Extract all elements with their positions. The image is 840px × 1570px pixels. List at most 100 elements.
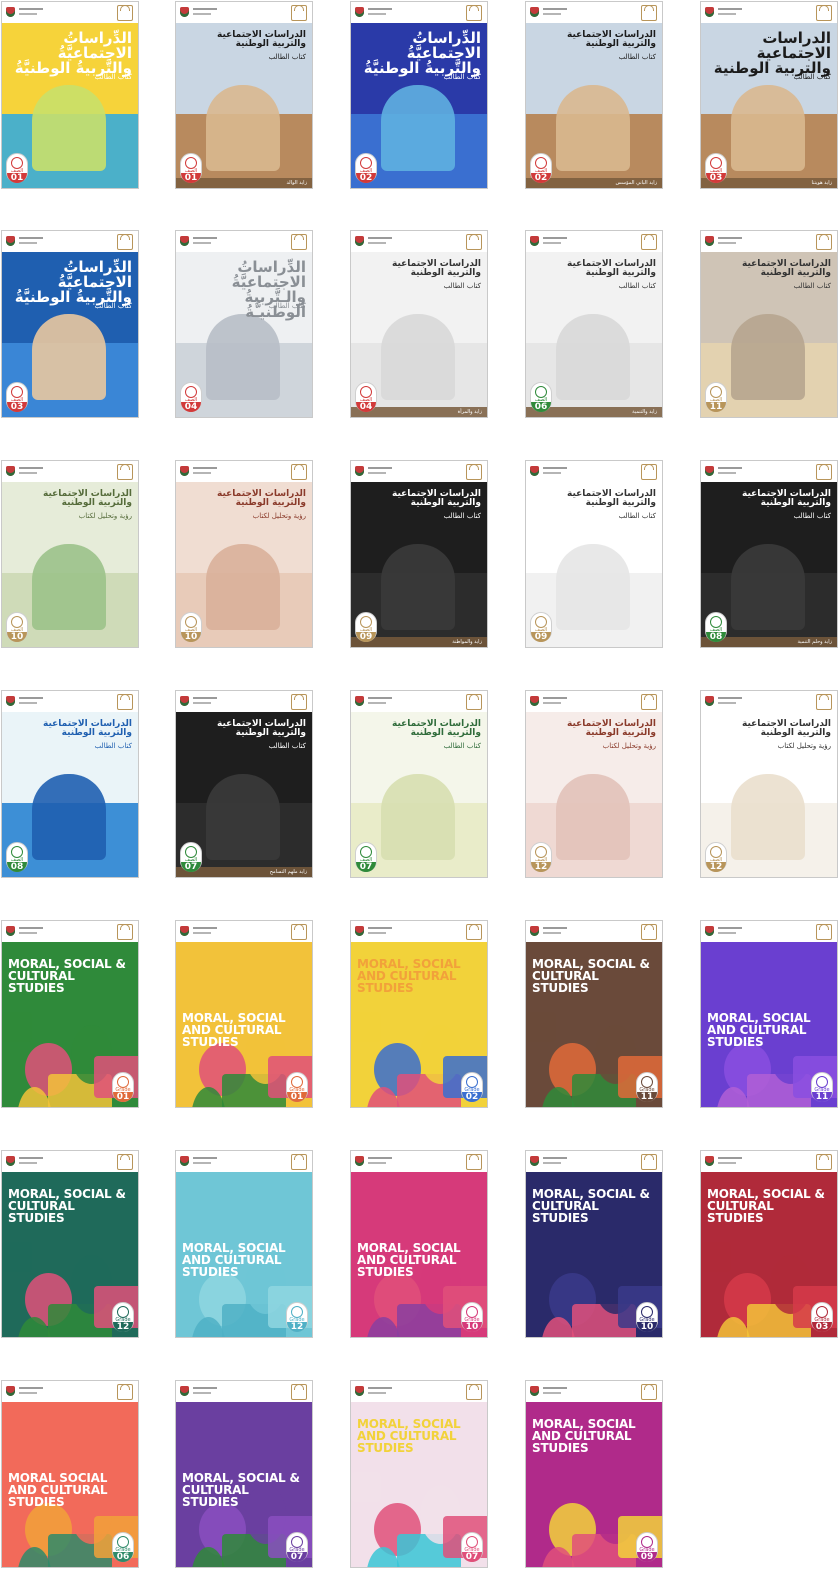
ministry-logo-icon bbox=[291, 1154, 307, 1170]
ministry-logo-icon bbox=[291, 694, 307, 710]
cover-title: الدراسات الاجتماعية والتربية الوطنية bbox=[713, 29, 831, 77]
artwork-shape bbox=[381, 85, 455, 171]
artwork-shape bbox=[731, 85, 805, 171]
book-cover[interactable]: الدِّراساتُ الاجتماعيَّةُ والتَّربيةُ ال… bbox=[1, 1, 139, 189]
cover-title: الدِّراساتُ الاجتماعيَّةُ والتَّربيةُ ال… bbox=[363, 29, 481, 77]
cover-title: الدراسات الاجتماعية والتربية الوطنية bbox=[392, 489, 481, 508]
ministry-text-line bbox=[19, 1387, 43, 1389]
book-cover[interactable]: Moral, Social & Cultural Studies Grade 12 bbox=[1, 1150, 139, 1338]
ministry-text-line bbox=[718, 467, 742, 469]
cover-title: Moral, Social & Cultural Studies bbox=[182, 1471, 300, 1509]
cover-header bbox=[351, 1151, 487, 1173]
ministry-logo-icon bbox=[291, 1384, 307, 1400]
uae-emblem-icon bbox=[355, 1386, 364, 1396]
book-cover[interactable]: الدراسات الاجتماعية والتربية الوطنية كتاب… bbox=[525, 1, 663, 189]
book-cover[interactable]: Moral, Social and Cultural Studies Grade 1… bbox=[350, 1150, 488, 1338]
ministry-logo-icon bbox=[291, 464, 307, 480]
cover-header bbox=[526, 231, 662, 253]
ministry-text-line bbox=[543, 1162, 561, 1164]
book-cover[interactable]: Moral Social and Cultural Studies Grade 06 bbox=[1, 1380, 139, 1568]
cover-title: Moral Social and Cultural Studies bbox=[8, 1471, 108, 1509]
grade-badge: الصف 02 bbox=[530, 153, 552, 183]
book-cover[interactable]: Moral, Social & Cultural Studies Grade 03 bbox=[700, 1150, 838, 1338]
book-cover[interactable]: Moral, Social and Cultural Studies Grade 0… bbox=[350, 920, 488, 1108]
ministry-text-line bbox=[193, 472, 211, 474]
ministry-text-line bbox=[368, 1387, 392, 1389]
cover-header bbox=[351, 461, 487, 483]
book-cover[interactable]: الدراسات الاجتماعية والتربية الوطنية كتاب… bbox=[1, 690, 139, 878]
grade-badge: Grade 11 bbox=[636, 1072, 658, 1102]
ministry-text-line bbox=[19, 1157, 43, 1159]
cover-header bbox=[176, 1151, 312, 1173]
cover-subtitle: كتاب الطالب bbox=[443, 742, 481, 750]
book-cover[interactable]: الدراسات الاجتماعية والتربية الوطنية كتاب… bbox=[350, 230, 488, 418]
book-cover[interactable]: Moral, Social and Cultural Studies Grade 0… bbox=[350, 1380, 488, 1568]
ministry-text-line bbox=[718, 1162, 736, 1164]
ministry-text-line bbox=[19, 697, 43, 699]
ministry-text-line bbox=[19, 1162, 37, 1164]
ministry-text-line bbox=[19, 8, 43, 10]
book-cover[interactable]: الدراسات الاجتماعية والتربية الوطنية كتاب… bbox=[350, 690, 488, 878]
grade-badge: Grade 07 bbox=[286, 1532, 308, 1562]
ministry-text-line bbox=[543, 1387, 567, 1389]
book-cover[interactable]: الدراسات الاجتماعية والتربية الوطنية كتاب… bbox=[700, 230, 838, 418]
book-cover[interactable]: الدراسات الاجتماعية والتربية الوطنية رؤية… bbox=[525, 690, 663, 878]
book-cover[interactable]: الدراسات الاجتماعية والتربية الوطنية كتاب… bbox=[175, 1, 313, 189]
cover-subtitle: رؤية وتحليل لكتاب bbox=[602, 742, 656, 750]
book-cover[interactable]: الدراسات الاجتماعية والتربية الوطنية رؤية… bbox=[1, 460, 139, 648]
artwork-shape bbox=[526, 1472, 556, 1502]
uae-emblem-icon bbox=[530, 466, 539, 476]
uae-emblem-icon bbox=[705, 236, 714, 246]
artwork-shape bbox=[32, 544, 106, 630]
book-cover[interactable]: الدراسات الاجتماعية والتربية الوطنية كتاب… bbox=[525, 230, 663, 418]
cover-title: الدراسات الاجتماعية والتربية الوطنية bbox=[217, 719, 306, 738]
ministry-logo-icon bbox=[117, 1384, 133, 1400]
cover-title: الدراسات الاجتماعية والتربية الوطنية bbox=[392, 259, 481, 278]
grade-badge: Grade 09 bbox=[636, 1532, 658, 1562]
cover-header bbox=[2, 231, 138, 253]
artwork-shape bbox=[206, 85, 280, 171]
book-cover[interactable]: الدراسات الاجتماعية والتربية الوطنية كتاب… bbox=[175, 690, 313, 878]
book-cover[interactable]: Moral, Social & Cultural Studies Grade 01 bbox=[1, 920, 139, 1108]
ministry-text-line bbox=[718, 1157, 742, 1159]
ministry-text-line bbox=[193, 467, 217, 469]
ministry-text-line bbox=[19, 472, 37, 474]
ministry-text-line bbox=[718, 8, 742, 10]
artwork-shape bbox=[556, 774, 630, 860]
cover-title: Moral, Social and Cultural Studies bbox=[357, 1417, 461, 1455]
book-cover[interactable]: الدراسات الاجتماعية والتربية الوطنية رؤية… bbox=[700, 690, 838, 878]
artwork-shape bbox=[32, 314, 106, 400]
cover-header bbox=[2, 921, 138, 943]
book-cover[interactable]: Moral, Social & Cultural Studies Grade 11 bbox=[525, 920, 663, 1108]
book-cover[interactable]: الدِّراساتُ الاجتماعيَّةُ والتَّربيةُ ال… bbox=[1, 230, 139, 418]
book-cover[interactable]: الدراسات الاجتماعية والتربية الوطنية كتاب… bbox=[350, 460, 488, 648]
cover-header bbox=[701, 2, 837, 24]
cover-header bbox=[526, 1381, 662, 1403]
book-cover[interactable]: الدراسات الاجتماعية والتربية الوطنية كتاب… bbox=[525, 460, 663, 648]
book-cover[interactable]: Moral, Social and Cultural Studies Grade 0… bbox=[525, 1380, 663, 1568]
book-cover[interactable]: Moral, Social and Cultural Studies Grade 0… bbox=[175, 920, 313, 1108]
uae-emblem-icon bbox=[6, 1386, 15, 1396]
book-cover[interactable]: الدِّراساتُ الاجتماعيَّةُ والـتَّربيةُ ا… bbox=[175, 230, 313, 418]
ministry-logo-icon bbox=[291, 5, 307, 21]
book-cover[interactable]: Moral, Social and Cultural Studies Grade 1… bbox=[700, 920, 838, 1108]
ministry-text-line bbox=[543, 932, 561, 934]
ministry-text-line bbox=[19, 467, 43, 469]
book-cover[interactable]: Moral, Social & Cultural Studies Grade 07 bbox=[175, 1380, 313, 1568]
ministry-text-line bbox=[19, 927, 43, 929]
cover-header bbox=[701, 231, 837, 253]
ministry-text-line bbox=[543, 472, 561, 474]
ministry-text-line bbox=[543, 1392, 561, 1394]
book-cover[interactable]: Moral, Social and Cultural Studies Grade 1… bbox=[175, 1150, 313, 1338]
cover-header bbox=[2, 2, 138, 24]
cover-header bbox=[2, 1151, 138, 1173]
book-cover[interactable]: الدراسات الاجتماعية والتربية الوطنية رؤية… bbox=[175, 460, 313, 648]
grade-badge: الصف 10 bbox=[180, 612, 202, 642]
book-cover[interactable]: الدراسات الاجتماعية والتربية الوطنية كتاب… bbox=[700, 1, 838, 189]
book-cover[interactable]: الدراسات الاجتماعية والتربية الوطنية كتاب… bbox=[700, 460, 838, 648]
book-cover[interactable]: Moral, Social & Cultural Studies Grade 10 bbox=[525, 1150, 663, 1338]
ministry-logo-icon bbox=[291, 924, 307, 940]
cover-title: الدِّراساتُ الاجتماعيَّةُ والتَّربيةُ ال… bbox=[14, 29, 132, 77]
ministry-text-line bbox=[193, 1392, 211, 1394]
book-cover[interactable]: الدِّراساتُ الاجتماعيَّةُ والتَّربيةُ ال… bbox=[350, 1, 488, 189]
